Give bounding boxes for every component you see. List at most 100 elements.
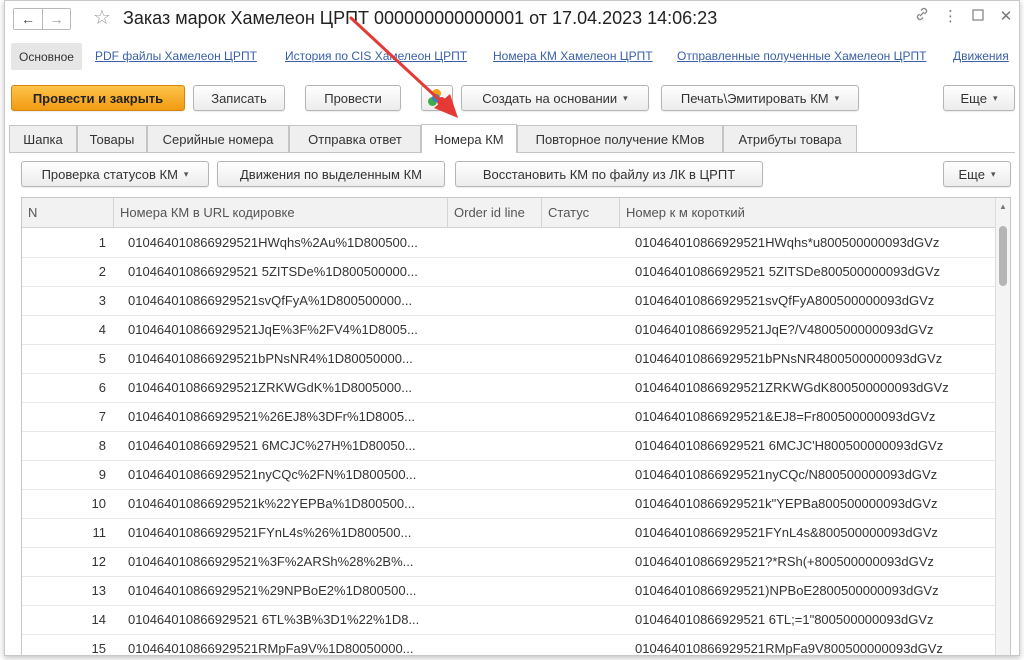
km-url-cell: 010464010866929521JqE%3F%2FV4%1D8005... [128,322,418,337]
km-short-cell: 010464010866929521HWqhs*u800500000093dGV… [635,235,940,250]
row-number-cell: 4 [98,322,106,337]
tab-bar: Шапка Товары Серийные номера Отправка от… [5,124,1019,153]
movements-selected-km-button[interactable]: Движения по выделенным КМ [217,161,445,187]
table-more-button[interactable]: Еще [943,161,1011,187]
col-n[interactable]: N [22,198,114,228]
vertical-scrollbar[interactable]: ▲ [995,198,1010,655]
table-row[interactable]: 15 010464010866929521RMpFa9V%1D80050000..… [22,635,996,656]
table-row[interactable]: 2 010464010866929521 5ZITSDe%1D800500000.… [22,258,996,287]
table-row[interactable]: 5 010464010866929521bPNsNR4%1D80050000...… [22,345,996,374]
row-number-cell: 3 [98,293,106,308]
km-short-cell: 010464010866929521nyCQc/N800500000093dGV… [635,467,938,482]
color-palette-button[interactable] [421,85,453,111]
table-row[interactable]: 7 010464010866929521%26EJ8%3DFr%1D8005...… [22,403,996,432]
table-body: 1 010464010866929521HWqhs%2Au%1D800500...… [22,229,996,656]
km-short-cell: 010464010866929521JqE?/V4800500000093dGV… [635,322,934,337]
km-url-cell: 010464010866929521nyCQc%2FN%1D800500... [128,467,417,482]
tab-repeat-km[interactable]: Повторное получение КМов [517,125,723,152]
link-km-numbers[interactable]: Номера КМ Хамелеон ЦРПТ [493,49,653,63]
save-button[interactable]: Записать [193,85,285,111]
tab-serial-numbers[interactable]: Серийные номера [147,125,289,152]
link-pdf-files[interactable]: PDF файлы Хамелеон ЦРПТ [95,49,257,63]
km-short-cell: 010464010866929521?*RSh(+800500000093dGV… [635,554,934,569]
post-button[interactable]: Провести [305,85,401,111]
links-bar: Основное PDF файлы Хамелеон ЦРПТ История… [5,39,1019,73]
km-url-cell: 010464010866929521%29NPBoE2%1D800500... [128,583,417,598]
km-short-cell: 010464010866929521 6MCJC'H800500000093dG… [635,438,944,453]
table-row[interactable]: 11 010464010866929521FYnL4s%26%1D800500..… [22,519,996,548]
km-short-cell: 010464010866929521svQfFyA800500000093dGV… [635,293,935,308]
col-order-id[interactable]: Order id line [448,198,542,228]
table-row[interactable]: 1 010464010866929521HWqhs%2Au%1D800500...… [22,229,996,258]
scroll-up-icon[interactable]: ▲ [999,202,1007,211]
km-short-cell: 010464010866929521bPNsNR4800500000093dGV… [635,351,943,366]
row-number-cell: 11 [92,525,107,540]
close-icon[interactable]: ✕ [999,7,1013,25]
km-url-cell: 010464010866929521 5ZITSDe%1D800500000..… [128,264,418,279]
palette-icon [428,89,446,107]
row-number-cell: 10 [91,496,106,511]
table-row[interactable]: 3 010464010866929521svQfFyA%1D800500000..… [22,287,996,316]
row-number-cell: 12 [91,554,106,569]
km-url-cell: 010464010866929521bPNsNR4%1D80050000... [128,351,413,366]
km-url-cell: 010464010866929521FYnL4s%26%1D800500... [128,525,412,540]
km-url-cell: 010464010866929521%3F%2ARSh%28%2B%... [128,554,414,569]
km-url-cell: 010464010866929521HWqhs%2Au%1D800500... [128,235,418,250]
link-sent-received[interactable]: Отправленные полученные Хамелеон ЦРПТ [677,49,926,63]
row-number-cell: 1 [98,235,106,250]
more-button[interactable]: Еще [943,85,1015,111]
col-short[interactable]: Номер к м короткий [620,198,996,228]
row-number-cell: 6 [98,380,106,395]
row-number-cell: 15 [91,641,106,656]
km-short-cell: 010464010866929521ZRKWGdK800500000093dGV… [635,380,949,395]
row-number-cell: 8 [98,438,106,453]
km-short-cell: 010464010866929521 5ZITSDe800500000093dG… [635,264,941,279]
tab-goods[interactable]: Товары [77,125,147,152]
forward-button[interactable]: → [42,9,70,29]
more-icon[interactable]: ⋮ [943,7,958,25]
link-main[interactable]: Основное [11,43,82,70]
tab-header[interactable]: Шапка [9,125,77,152]
nav-buttons: ← → [13,8,71,30]
table-row[interactable]: 6 010464010866929521ZRKWGdK%1D8005000... 0… [22,374,996,403]
table-row[interactable]: 9 010464010866929521nyCQc%2FN%1D800500...… [22,461,996,490]
maximize-icon[interactable] [971,8,985,25]
km-short-cell: 010464010866929521 6TL;=1"800500000093dG… [635,612,934,627]
table-row[interactable]: 13 010464010866929521%29NPBoE2%1D800500..… [22,577,996,606]
row-number-cell: 14 [91,612,106,627]
back-button[interactable]: ← [14,9,42,29]
restore-km-button[interactable]: Восстановить КМ по файлу из ЛК в ЦРПТ [455,161,763,187]
tab-send-response[interactable]: Отправка ответ [289,125,421,152]
window-controls: ⋮ ✕ [915,7,1013,25]
favorite-star-icon[interactable]: ☆ [93,7,111,29]
link-icon[interactable] [915,7,929,25]
row-number-cell: 7 [98,409,106,424]
post-and-close-button[interactable]: Провести и закрыть [11,85,185,111]
tab-product-attributes[interactable]: Атрибуты товара [723,125,857,152]
table-row[interactable]: 14 010464010866929521 6TL%3B%3D1%22%1D8..… [22,606,996,635]
window-title: Заказ марок Хамелеон ЦРПТ 00000000000000… [123,8,718,28]
km-url-cell: 010464010866929521 6MCJC%27H%1D80050... [128,438,416,453]
km-short-cell: 010464010866929521k"YEPBa800500000093dGV… [635,496,938,511]
table-row[interactable]: 4 010464010866929521JqE%3F%2FV4%1D8005...… [22,316,996,345]
print-emit-km-button[interactable]: Печать\Эмитировать КМ [661,85,859,111]
km-short-cell: 010464010866929521FYnL4s&800500000093dGV… [635,525,938,540]
row-number-cell: 2 [98,264,106,279]
check-km-status-button[interactable]: Проверка статусов КМ [21,161,209,187]
km-short-cell: 010464010866929521&EJ8=Fr800500000093dGV… [635,409,936,424]
col-status[interactable]: Статус [542,198,620,228]
link-cis-history[interactable]: История по CIS Хамелеон ЦРПТ [285,49,467,63]
km-url-cell: 010464010866929521%26EJ8%3DFr%1D8005... [128,409,415,424]
table-row[interactable]: 12 010464010866929521%3F%2ARSh%28%2B%... 0… [22,548,996,577]
create-based-on-button[interactable]: Создать на основании [461,85,649,111]
table-row[interactable]: 8 010464010866929521 6MCJC%27H%1D80050...… [22,432,996,461]
tab-km-numbers[interactable]: Номера КМ [421,124,517,153]
col-url[interactable]: Номера КМ в URL кодировке [114,198,448,228]
link-movements[interactable]: Движения [953,49,1009,63]
row-number-cell: 5 [98,351,106,366]
km-short-cell: 010464010866929521)NPBoE2800500000093dGV… [635,583,939,598]
km-url-cell: 010464010866929521RMpFa9V%1D80050000... [128,641,414,656]
scroll-thumb[interactable] [999,226,1007,286]
table-row[interactable]: 10 010464010866929521k%22YEPBa%1D800500..… [22,490,996,519]
km-short-cell: 010464010866929521RMpFa9V800500000093dGV… [635,641,943,656]
